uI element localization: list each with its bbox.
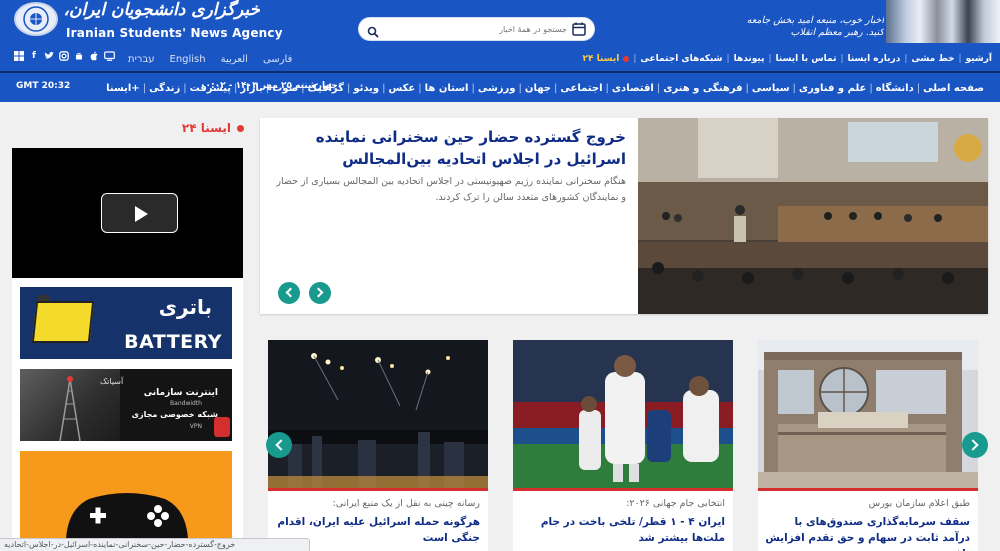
nav-world[interactable]: جهان: [525, 83, 551, 94]
carousel-prev-button[interactable]: [266, 432, 292, 458]
battery-ad-banner[interactable]: باتری BATTERY: [20, 287, 232, 359]
offer-badge-icon: [214, 417, 230, 437]
twitter-icon[interactable]: [44, 51, 54, 62]
nav-economy[interactable]: اقتصادی: [612, 83, 654, 94]
nav-politics[interactable]: سیاسی: [752, 83, 790, 94]
play-icon: [135, 206, 148, 222]
logo-text-fa[interactable]: خبرگزاری دانشجویان ایران، ایسنا: [64, 0, 260, 20]
news-card-image[interactable]: [268, 340, 488, 488]
nav-policy[interactable]: خط مشی: [911, 54, 954, 64]
battery-ad-title-en: BATTERY: [124, 331, 222, 353]
nav-science[interactable]: علم و فناوری: [799, 83, 866, 94]
chevron-left-icon: [275, 439, 287, 451]
isna-logo[interactable]: [14, 2, 58, 36]
windows-icon[interactable]: [14, 51, 24, 62]
search-icon[interactable]: [367, 23, 379, 38]
ads-panel: باتری BATTERY آسیاتک اینترنت سازمانی Ban…: [12, 278, 243, 551]
internet-ad-title: اینترنت سازمانی: [143, 388, 218, 398]
battery-ad-title-fa: باتری: [158, 295, 212, 319]
nav-society[interactable]: اجتماعی: [560, 83, 602, 94]
current-time: GMT 20:32: [16, 81, 71, 91]
featured-title[interactable]: خروج گسترده حضار حین سخنرانی نماینده اسر…: [270, 126, 626, 170]
facebook-icon[interactable]: f: [29, 51, 39, 62]
search-input[interactable]: [383, 21, 573, 37]
main-nav: صفحه اصلی | دانشگاه | علم و فناوری | سیا…: [0, 73, 1000, 102]
live-dot-icon: [237, 124, 244, 132]
nav-culture[interactable]: فرهنگی و هنری: [663, 83, 742, 94]
leaders-portrait-image: [886, 0, 1000, 43]
site-header: خبرگزاری دانشجویان ایران، ایسنا Iranian …: [0, 0, 1000, 47]
top-nav: آرشیو | خط مشی | درباره ایسنا | تماس با …: [0, 47, 1000, 71]
nav-sports[interactable]: ورزشی: [478, 83, 516, 94]
gaming-ad-banner[interactable]: [20, 451, 232, 551]
isna24-heading[interactable]: ایسنا ۲۴: [140, 118, 244, 138]
news-card[interactable]: رسانه چینی به نقل از یک منبع ایرانی: هرگ…: [268, 340, 488, 551]
battery-image: [31, 301, 95, 343]
current-date: چهارشنبه ۲۵ مهر ۱۴۰۳ - ۰۰:۰۲: [200, 81, 338, 91]
language-switcher: فارسی العربية English עברית: [128, 50, 292, 68]
news-card-category: طبق اعلام سازمان بورس: [868, 498, 970, 509]
browser-status-bar: خروج-گسترده-حضار-حین-سخنرانی-نماینده-اسر…: [0, 538, 310, 551]
play-button[interactable]: [101, 193, 178, 233]
news-card[interactable]: انتخابی جام جهانی ۲۰۲۶: ایران ۴ - ۱ قطر/…: [513, 340, 733, 551]
nav-contact[interactable]: تماس با ایسنا: [776, 54, 837, 64]
news-card-title[interactable]: ایران ۴ - ۱ قطر/ تلخی باخت در جام ملت‌ها…: [519, 514, 725, 546]
lang-persian[interactable]: فارسی: [263, 54, 292, 65]
chevron-right-icon: [967, 439, 979, 451]
top-nav-links: آرشیو | خط مشی | درباره ایسنا | تماس با …: [582, 54, 992, 64]
calendar-icon[interactable]: [571, 21, 587, 37]
live-dot-icon: [623, 56, 630, 62]
video-player[interactable]: [12, 148, 243, 278]
slider-prev-button[interactable]: [278, 282, 300, 304]
logo-text-en[interactable]: Iranian Students' News Agency: [66, 26, 283, 40]
lang-hebrew[interactable]: עברית: [128, 54, 155, 65]
chevron-right-icon: [313, 287, 324, 298]
lang-english[interactable]: English: [170, 54, 206, 65]
leader-slogan: اخبار خوب، منبعه امید بخش جامعه کنید. ره…: [746, 15, 884, 38]
news-card[interactable]: طبق اعلام سازمان بورس سقف سرمایه‌گذاری ص…: [758, 340, 978, 551]
nav-photo[interactable]: عکس: [388, 83, 415, 94]
apple-icon[interactable]: [89, 51, 99, 62]
nav-video[interactable]: ویدئو: [353, 83, 379, 94]
nav-archive[interactable]: آرشیو: [966, 54, 992, 64]
news-card-image[interactable]: [513, 340, 733, 488]
card-accent-bar: [513, 488, 733, 491]
instagram-icon[interactable]: [59, 51, 69, 62]
nav-university[interactable]: دانشگاه: [876, 83, 914, 94]
featured-image[interactable]: [638, 118, 988, 314]
featured-summary: هنگام سخنرانی نماینده رژیم صهیونیستی در …: [276, 176, 626, 203]
internet-ad-sub1: Bandwidth: [170, 400, 202, 407]
card-accent-bar: [758, 488, 978, 491]
nav-life[interactable]: زندگی: [149, 83, 180, 94]
news-card-image[interactable]: [758, 340, 978, 488]
nav-about[interactable]: درباره ایسنا: [848, 54, 901, 64]
internet-ad-sub2: VPN: [189, 423, 202, 430]
search-box[interactable]: [358, 17, 595, 41]
nav-home[interactable]: صفحه اصلی: [923, 83, 984, 94]
nav-social[interactable]: شبکه‌های اجتماعی: [640, 54, 722, 64]
android-icon[interactable]: [74, 51, 84, 62]
internet-ad-banner[interactable]: آسیاتک اینترنت سازمانی Bandwidth شبکه خص…: [20, 369, 232, 441]
news-card-category: رسانه چینی به نقل از یک منبع ایرانی:: [332, 498, 480, 509]
nav-provinces[interactable]: استان ها: [425, 83, 469, 94]
isna24-title: ایسنا ۲۴: [181, 121, 231, 135]
news-card-title[interactable]: سقف سرمایه‌گذاری صندوق‌های با درآمد ثابت…: [764, 514, 970, 551]
slider-next-button[interactable]: [309, 282, 331, 304]
internet-ad-title2: شبکه خصوصی مجازی: [131, 410, 218, 419]
news-card-category: انتخابی جام جهانی ۲۰۲۶:: [626, 498, 725, 509]
nav-isna-plus[interactable]: ایسنا+: [106, 83, 140, 94]
featured-news[interactable]: خروج گسترده حضار حین سخنرانی نماینده اسر…: [260, 118, 988, 314]
nav-links[interactable]: پیوندها: [734, 54, 765, 64]
internet-ad-brand: آسیاتک: [100, 377, 124, 386]
chevron-left-icon: [285, 287, 296, 298]
nav-isna24[interactable]: ایسنا ۲۴: [583, 54, 620, 64]
social-icons: f: [14, 51, 115, 62]
lang-arabic[interactable]: العربية: [221, 54, 248, 65]
tv-icon[interactable]: [104, 51, 115, 62]
carousel-next-button[interactable]: [962, 432, 988, 458]
card-accent-bar: [268, 488, 488, 491]
